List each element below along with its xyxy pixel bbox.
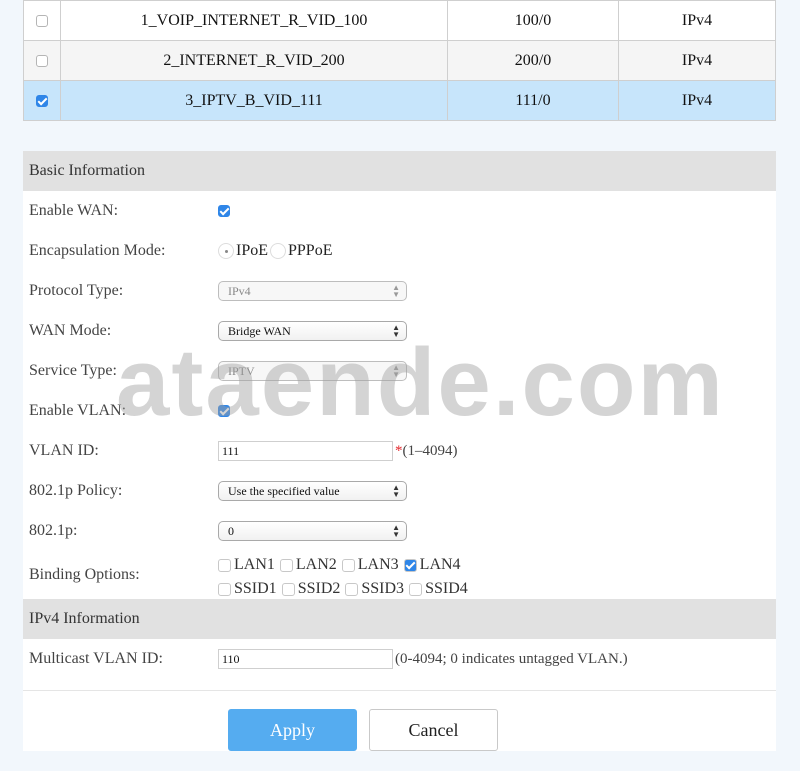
bind-label: LAN2	[295, 556, 337, 573]
vlan-priority: 200/0	[447, 40, 619, 81]
select-arrows-icon: ▲ ▼	[392, 323, 400, 339]
service-type-row: Service Type: IPTV ▲ ▼	[23, 351, 776, 391]
select-arrows-icon: ▲ ▼	[392, 363, 400, 379]
required-mark: *	[395, 442, 403, 459]
protocol: IPv4	[618, 0, 776, 41]
multicast-vlan-label: Multicast VLAN ID:	[29, 650, 163, 667]
bind-lan2[interactable]: LAN2	[279, 556, 337, 574]
service-type-label: Service Type:	[29, 362, 117, 379]
bind-label: SSID1	[234, 580, 277, 597]
wan-name: 1_VOIP_INTERNET_R_VID_100	[60, 0, 448, 41]
enable-wan-label: Enable WAN:	[29, 202, 119, 219]
bind-ssid1[interactable]: SSID1	[218, 580, 277, 598]
bind-label: SSID2	[297, 580, 341, 597]
value-8021p-value: 0	[228, 524, 234, 538]
protocol: IPv4	[618, 80, 776, 121]
table-row-selected[interactable]: 3_IPTV_B_VID_111 111/0 IPv4	[23, 80, 776, 121]
multicast-vlan-input[interactable]: 110	[218, 649, 393, 669]
protocol-type-value: IPv4	[228, 284, 251, 298]
policy-8021p-row: 802.1p Policy: Use the specified value ▲…	[23, 471, 776, 511]
wan-mode-value: Bridge WAN	[228, 324, 291, 338]
bind-lan1[interactable]: LAN1	[218, 556, 275, 574]
apply-button[interactable]: Apply	[228, 709, 357, 751]
enable-vlan-checkbox[interactable]	[218, 405, 230, 417]
protocol-type-select[interactable]: IPv4 ▲ ▼	[218, 281, 407, 301]
vlan-id-label: VLAN ID:	[29, 442, 99, 459]
multicast-vlan-hint: (0-4094; 0 indicates untagged VLAN.)	[395, 650, 628, 667]
select-arrows-icon: ▲ ▼	[392, 483, 400, 499]
row-checkbox[interactable]	[36, 94, 48, 107]
table-row[interactable]: 1_VOIP_INTERNET_R_VID_100 100/0 IPv4	[23, 0, 776, 41]
policy-8021p-label: 802.1p Policy:	[29, 482, 123, 499]
row-checkbox[interactable]	[36, 14, 48, 27]
protocol-type-label: Protocol Type:	[29, 282, 124, 299]
vlan-id-hint: (1–4094)	[402, 442, 458, 459]
table-row[interactable]: 2_INTERNET_R_VID_200 200/0 IPv4	[23, 40, 776, 81]
ipoe-radio[interactable]	[218, 243, 234, 259]
value-8021p-label: 802.1p:	[29, 522, 78, 539]
wan-name: 3_IPTV_B_VID_111	[60, 80, 448, 121]
protocol-type-row: Protocol Type: IPv4 ▲ ▼	[23, 271, 776, 311]
enable-vlan-label: Enable VLAN:	[29, 402, 127, 419]
select-arrows-icon: ▲ ▼	[392, 283, 400, 299]
enable-wan-row: Enable WAN:	[23, 191, 776, 231]
pppoe-radio[interactable]	[270, 243, 286, 259]
enable-wan-checkbox[interactable]	[218, 205, 230, 217]
bind-ssid3[interactable]: SSID3	[345, 580, 404, 598]
checkbox[interactable]	[409, 582, 423, 596]
checkbox[interactable]	[218, 558, 231, 572]
ipoe-label: IPoE	[236, 242, 268, 259]
wan-mode-select[interactable]: Bridge WAN ▲ ▼	[218, 321, 407, 341]
bind-ssid2[interactable]: SSID2	[281, 580, 341, 598]
bind-ssid4[interactable]: SSID4	[409, 580, 468, 598]
bind-label: LAN3	[357, 556, 399, 573]
checkbox[interactable]	[281, 582, 295, 596]
wan-mode-row: WAN Mode: Bridge WAN ▲ ▼	[23, 311, 776, 351]
encapsulation-label: Encapsulation Mode:	[29, 242, 166, 259]
value-8021p-row: 802.1p: 0 ▲ ▼	[23, 511, 776, 551]
ipv4-information-header: IPv4 Information	[23, 599, 776, 639]
binding-options-label: Binding Options:	[29, 566, 140, 583]
pppoe-label: PPPoE	[288, 242, 333, 259]
bind-lan4[interactable]: LAN4	[403, 556, 461, 574]
bind-lan3[interactable]: LAN3	[341, 556, 399, 574]
bind-label: LAN1	[234, 556, 275, 573]
encapsulation-row: Encapsulation Mode: IPoE PPPoE	[23, 231, 776, 271]
wan-mode-label: WAN Mode:	[29, 322, 112, 339]
wan-config-panel: Basic Information Enable WAN: Encapsulat…	[23, 151, 776, 751]
service-type-select[interactable]: IPTV ▲ ▼	[218, 361, 407, 381]
cancel-button[interactable]: Cancel	[369, 709, 498, 751]
select-arrows-icon: ▲ ▼	[392, 523, 400, 539]
vlan-priority: 111/0	[447, 80, 619, 121]
bind-label: LAN4	[419, 556, 461, 573]
policy-8021p-select[interactable]: Use the specified value ▲ ▼	[218, 481, 407, 501]
button-row: Apply Cancel	[23, 691, 776, 771]
multicast-vlan-row: Multicast VLAN ID: 110 (0-4094; 0 indica…	[23, 639, 776, 679]
basic-information-header: Basic Information	[23, 151, 776, 191]
policy-8021p-value: Use the specified value	[228, 484, 340, 498]
wan-name: 2_INTERNET_R_VID_200	[60, 40, 448, 81]
bind-label: SSID3	[361, 580, 405, 597]
vlan-id-row: VLAN ID: 111 *(1–4094)	[23, 431, 776, 471]
service-type-value: IPTV	[228, 364, 255, 378]
checkbox[interactable]	[403, 558, 417, 572]
binding-options-row: Binding Options: LAN1 LAN2 LAN3 LAN4 SSI…	[23, 551, 776, 599]
bind-label: SSID4	[425, 580, 468, 597]
protocol: IPv4	[618, 40, 776, 81]
checkbox[interactable]	[279, 558, 293, 572]
value-8021p-select[interactable]: 0 ▲ ▼	[218, 521, 407, 541]
vlan-priority: 100/0	[447, 0, 619, 41]
vlan-id-input[interactable]: 111	[218, 441, 393, 461]
wan-connection-table: 1_VOIP_INTERNET_R_VID_100 100/0 IPv4 2_I…	[23, 0, 776, 121]
enable-vlan-row: Enable VLAN:	[23, 391, 776, 431]
checkbox[interactable]	[218, 582, 231, 596]
checkbox[interactable]	[345, 582, 359, 596]
row-checkbox[interactable]	[36, 54, 48, 67]
checkbox[interactable]	[341, 558, 355, 572]
